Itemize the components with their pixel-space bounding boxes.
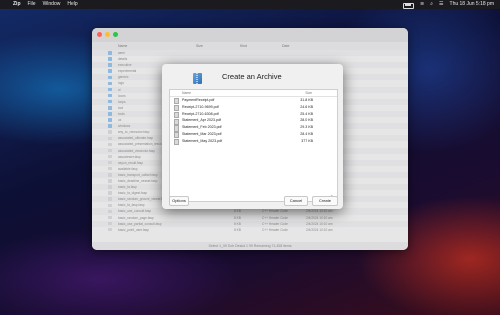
menu-window[interactable]: Window <box>43 0 61 9</box>
folder-icon <box>108 93 112 98</box>
archive-file-row[interactable]: Statement_Apr 2023.pdf 28.0 KB <box>170 117 337 125</box>
document-icon <box>108 227 112 232</box>
search-icon[interactable]: ⌕ <box>430 0 433 9</box>
document-icon <box>108 142 112 147</box>
folder-icon <box>108 87 112 92</box>
wifi-icon[interactable]: ≋ <box>420 0 424 9</box>
create-button[interactable]: Create <box>312 196 338 206</box>
app-menu[interactable]: Zip <box>13 0 21 9</box>
archive-file-row[interactable]: Statement_Feb 2023.pdf 29.3 KB <box>170 124 337 132</box>
folder-icon <box>108 75 112 80</box>
col-date[interactable]: Date <box>282 42 289 50</box>
document-icon <box>108 215 112 220</box>
col-size[interactable]: Size <box>196 42 203 50</box>
document-icon <box>108 197 112 201</box>
document-icon <box>108 154 112 159</box>
row-kind: C++ Header Code <box>262 227 288 232</box>
file-name: Receipt-2710-9699.pdf <box>182 104 219 109</box>
folder-icon <box>108 124 112 128</box>
control-center-icon[interactable]: ☰ <box>439 0 443 9</box>
window-titlebar <box>92 28 408 42</box>
zoom-window-icon[interactable] <box>113 32 118 37</box>
file-name: Receipt-2710-6308.pdf <box>182 111 219 116</box>
table-row[interactable]: basic_point_user.fasp 8 KB C++ Header Code… <box>92 227 408 233</box>
document-icon <box>108 203 112 208</box>
archive-icon <box>193 73 202 84</box>
file-size: 25.4 KB <box>300 111 313 116</box>
folder-icon <box>108 69 112 73</box>
dialog-title: Create an Archive <box>222 72 282 81</box>
column-header: Name Size Kind Date <box>92 42 408 50</box>
col-name[interactable]: Name <box>118 42 127 50</box>
size-column-header[interactable]: Size <box>305 90 312 96</box>
document-icon <box>108 160 112 165</box>
file-size: 28.0 KB <box>300 118 313 123</box>
folder-icon <box>108 63 112 67</box>
name-column-header[interactable]: Name <box>182 90 191 96</box>
folder-icon <box>108 99 112 104</box>
create-archive-dialog: Create an Archive Name Size PaymentRecei… <box>162 64 343 209</box>
document-icon <box>108 136 112 140</box>
archive-file-row[interactable]: Receipt-2710-9699.pdf 24.6 KB <box>170 104 337 112</box>
document-icon <box>108 209 112 214</box>
row-date: 2/4/2024 10:10 am <box>306 227 333 232</box>
document-icon <box>108 173 112 177</box>
status-footer: Select 1_99 Dch Deskd 1 99 Remaining 71,… <box>92 242 408 250</box>
menu-bar: Zip File Window Help ≋ ⌕ ☰ Thu 18 Jun 5:… <box>0 0 500 9</box>
document-icon <box>108 179 112 183</box>
file-size: 24.6 KB <box>300 104 313 109</box>
archive-file-row[interactable]: PaymentReceipt.pdf 31.8 KB <box>170 97 337 105</box>
col-kind[interactable]: Kind <box>240 42 247 50</box>
folder-icon <box>108 118 112 122</box>
row-size: 8 KB <box>234 227 241 232</box>
file-name: PaymentReceipt.pdf <box>182 98 215 102</box>
row-name: basic_point_user.fasp <box>118 227 149 232</box>
file-size: 28.4 KB <box>300 132 313 136</box>
archive-file-row[interactable]: Receipt-2710-6308.pdf 25.4 KB <box>170 111 337 118</box>
close-window-icon[interactable] <box>97 32 102 37</box>
pdf-file-icon <box>174 138 180 146</box>
menu-help[interactable]: Help <box>67 0 77 9</box>
file-size: 29.3 KB <box>300 125 313 130</box>
archive-file-row[interactable]: Statement_May 2023.pdf 377 KB <box>170 138 337 146</box>
battery-icon[interactable] <box>403 2 415 9</box>
folder-icon <box>108 51 112 55</box>
file-size: 31.8 KB <box>300 98 313 102</box>
archive-file-list: Name Size PaymentReceipt.pdf 31.8 KB Recei… <box>169 89 338 202</box>
document-icon <box>108 191 112 195</box>
minimize-window-icon[interactable] <box>105 32 110 37</box>
cancel-button[interactable]: Cancel <box>284 196 308 206</box>
document-icon <box>108 185 112 189</box>
document-icon <box>108 148 112 153</box>
file-name: Statement_May 2023.pdf <box>182 138 223 143</box>
archive-file-row[interactable]: Statement_Mar 2023.pdf 28.4 KB <box>170 131 337 139</box>
file-name: Statement_Apr 2023.pdf <box>182 118 221 123</box>
menu-file[interactable]: File <box>28 0 36 9</box>
folder-icon <box>108 106 112 110</box>
menubar-clock[interactable]: Thu 18 Jun 5:18 pm <box>450 0 494 9</box>
file-size: 377 KB <box>301 138 313 143</box>
file-name: Statement_Mar 2023.pdf <box>182 132 222 136</box>
file-list-header: Name Size <box>170 90 337 97</box>
folder-icon <box>108 112 112 116</box>
file-name: Statement_Feb 2023.pdf <box>182 125 222 130</box>
folder-icon <box>108 81 112 86</box>
document-icon <box>108 166 112 171</box>
folder-icon <box>108 57 112 61</box>
document-icon <box>108 221 112 226</box>
options-button[interactable]: Options <box>169 196 189 206</box>
document-icon <box>108 130 112 134</box>
